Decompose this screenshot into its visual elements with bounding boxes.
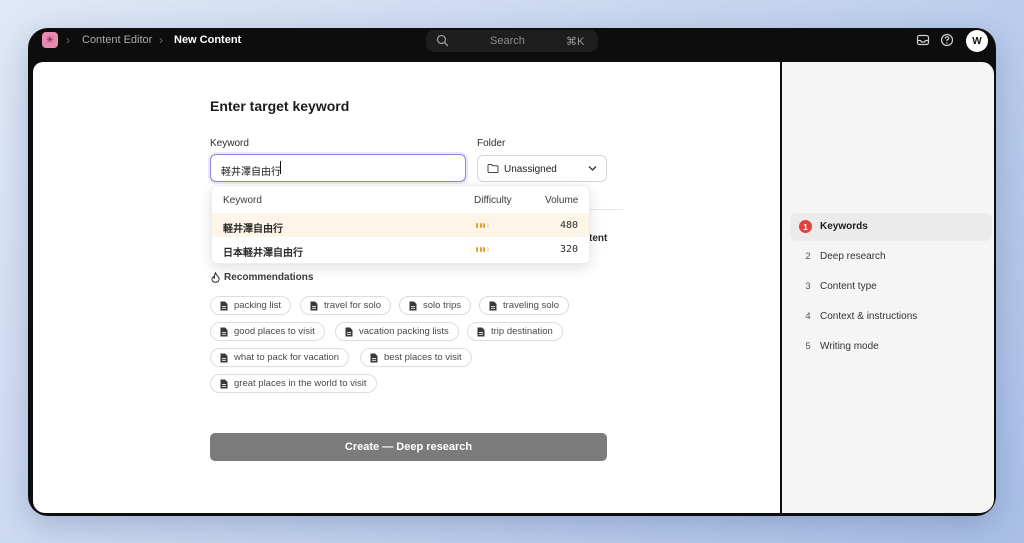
column-header-keyword: Keyword — [223, 195, 262, 206]
app-logo-icon[interactable]: ✳ — [42, 32, 58, 48]
step-content-type[interactable]: 3 Content type — [790, 273, 992, 301]
document-icon — [310, 301, 318, 310]
document-icon — [220, 301, 228, 310]
step-keywords[interactable]: 1 Keywords — [790, 213, 992, 241]
app-window: ✳ › Content Editor › New Content Search … — [28, 28, 996, 516]
chip-label: packing list — [234, 300, 281, 311]
suggestion-row[interactable]: 日本軽井澤自由行 320 — [212, 237, 589, 261]
difficulty-bar — [476, 223, 491, 228]
top-bar: ✳ › Content Editor › New Content Search … — [28, 28, 996, 54]
chip-label: traveling solo — [503, 300, 559, 311]
difficulty-segment — [479, 247, 482, 252]
search-shortcut: ⌘K — [566, 36, 585, 48]
column-header-difficulty: Difficulty — [474, 195, 512, 206]
keyword-input-value: 軽井澤自由行 — [221, 167, 281, 178]
search-bar[interactable]: Search ⌘K — [426, 30, 598, 52]
suggestion-volume: 480 — [559, 220, 578, 231]
chevron-right-icon: › — [159, 33, 163, 47]
recommendations-title: Recommendations — [224, 272, 314, 283]
page-title: Enter target keyword — [210, 98, 350, 114]
recommendations-heading: Recommendations — [211, 272, 313, 283]
suggestion-keyword: 日本軽井澤自由行 — [223, 248, 303, 259]
recommendation-chip[interactable]: packing list — [210, 296, 291, 315]
difficulty-segment — [479, 223, 482, 228]
chevron-right-icon: › — [66, 33, 70, 47]
chip-label: what to pack for vacation — [234, 352, 340, 363]
step-writing-mode[interactable]: 5 Writing mode — [790, 333, 992, 361]
document-icon — [345, 327, 353, 336]
recommendation-chip[interactable]: great places in the world to visit — [210, 374, 377, 393]
step-deep-research[interactable]: 2 Deep research — [790, 243, 992, 271]
recommendation-chip[interactable]: best places to visit — [360, 348, 472, 367]
text-caret — [280, 161, 281, 174]
avatar[interactable]: W — [966, 30, 988, 52]
breadcrumb-new-content: New Content — [174, 34, 242, 46]
keyword-input[interactable]: 軽井澤自由行 — [210, 154, 466, 182]
recommendation-chip[interactable]: vacation packing lists — [335, 322, 459, 341]
document-icon — [220, 327, 228, 336]
difficulty-segment — [483, 247, 485, 252]
suggestion-keyword: 軽井澤自由行 — [223, 224, 283, 235]
recommendation-chip[interactable]: travel for solo — [300, 296, 392, 315]
folder-icon — [487, 164, 499, 173]
recommendation-chip[interactable]: what to pack for vacation — [210, 348, 350, 367]
main-panel: Enter target keyword Keyword 軽井澤自由行 Fold… — [33, 62, 780, 513]
recommendation-chip[interactable]: traveling solo — [479, 296, 569, 315]
difficulty-segment — [483, 223, 485, 228]
folder-select[interactable]: Unassigned — [477, 155, 607, 182]
chevron-down-icon — [588, 166, 597, 171]
chip-label: great places in the world to visit — [234, 378, 367, 389]
breadcrumb-content-editor[interactable]: Content Editor — [82, 34, 152, 46]
document-icon — [220, 353, 228, 362]
difficulty-bar — [476, 247, 491, 252]
difficulty-segment — [476, 247, 478, 252]
step-label: Deep research — [820, 251, 886, 262]
chip-label: good places to visit — [234, 326, 315, 337]
document-icon — [489, 301, 497, 310]
step-context-instructions[interactable]: 4 Context & instructions — [790, 303, 992, 331]
step-number: 4 — [805, 311, 811, 322]
recommendation-chip[interactable]: good places to visit — [210, 322, 325, 341]
chip-label: solo trips — [423, 300, 462, 311]
recommendation-chip[interactable]: solo trips — [399, 296, 472, 315]
step-label: Writing mode — [820, 341, 879, 352]
step-label: Content type — [820, 281, 877, 292]
search-icon — [436, 34, 449, 47]
chip-label: travel for solo — [324, 300, 382, 311]
search-placeholder: Search — [490, 35, 525, 47]
step-label: Context & instructions — [820, 311, 918, 322]
keyword-suggestions-dropdown: Keyword Difficulty Volume 軽井澤自由行 480 日本軽… — [211, 185, 590, 264]
inbox-icon[interactable] — [916, 33, 930, 47]
column-header-volume: Volume — [545, 195, 579, 206]
partially-hidden-label: tent — [589, 233, 608, 244]
step-number-badge: 1 — [799, 220, 812, 233]
document-icon — [409, 301, 417, 310]
document-icon — [477, 327, 485, 336]
document-icon — [220, 379, 228, 388]
chip-label: trip destination — [491, 326, 553, 337]
chip-label: best places to visit — [384, 352, 462, 363]
keyword-label: Keyword — [210, 138, 249, 149]
chip-label: vacation packing lists — [359, 326, 449, 337]
help-icon[interactable] — [940, 33, 954, 47]
step-number: 5 — [805, 341, 811, 352]
step-label: Keywords — [820, 221, 868, 232]
step-number: 2 — [805, 251, 811, 262]
difficulty-segment — [486, 247, 489, 252]
suggestion-row[interactable]: 軽井澤自由行 480 — [212, 213, 589, 237]
step-number: 3 — [805, 281, 811, 292]
create-deep-research-button[interactable]: Create — Deep research — [210, 433, 607, 461]
folder-label: Folder — [477, 138, 506, 149]
suggestion-volume: 320 — [559, 244, 578, 255]
folder-select-value: Unassigned — [504, 164, 557, 175]
recommendation-chip[interactable]: trip destination — [467, 322, 563, 341]
steps-panel: 1 Keywords 2 Deep research 3 Content typ… — [782, 62, 994, 513]
flame-icon — [211, 272, 220, 283]
document-icon — [370, 353, 378, 362]
difficulty-segment — [476, 223, 478, 228]
difficulty-segment — [486, 223, 489, 228]
